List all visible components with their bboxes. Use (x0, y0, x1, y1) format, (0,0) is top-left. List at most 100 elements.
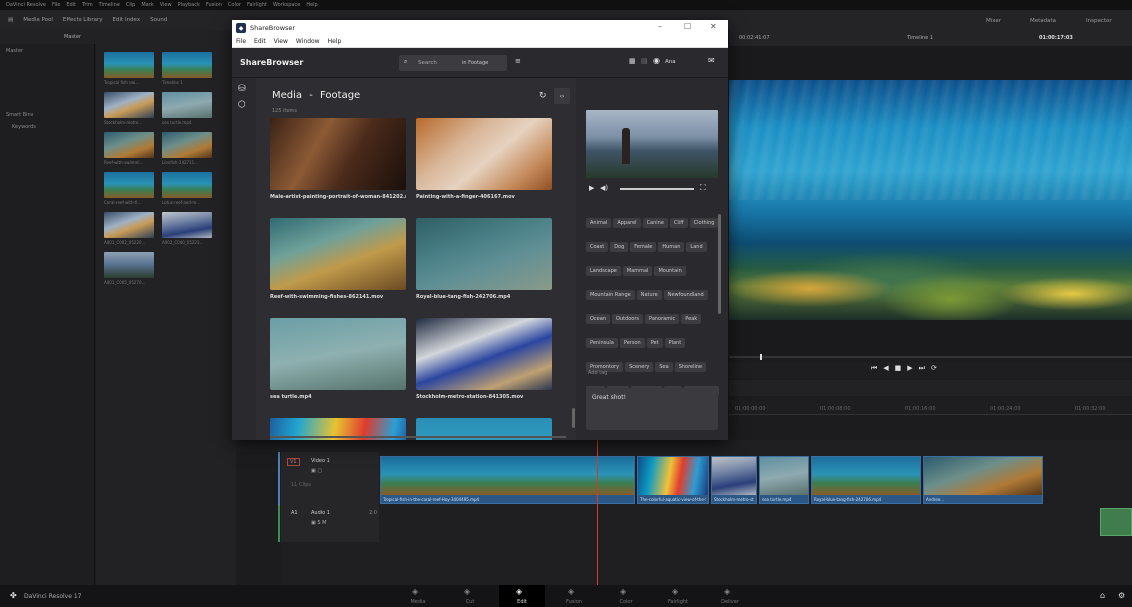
pool-clip-thumbnail[interactable] (162, 92, 212, 118)
track-audio-icons[interactable]: ▣ S M (311, 520, 326, 526)
sound-library-button[interactable]: Sound (150, 17, 167, 23)
grid-h-scrollbar[interactable] (270, 436, 566, 438)
track-video-icons[interactable]: ▣ ▢ (311, 468, 322, 474)
media-card[interactable]: Stockholm-metro-station-841305.mov (416, 318, 552, 400)
resolve-menu-item[interactable]: Edit (66, 2, 76, 8)
page-tab-edit[interactable]: ◈ Edit (499, 585, 545, 607)
package-icon[interactable]: ⬡ (238, 100, 246, 110)
effects-library-button[interactable]: Effects Library (63, 17, 103, 23)
sb-menu-item[interactable]: Window (296, 38, 320, 45)
timeline-ruler[interactable]: 01:00:00:00 01:00:08:00 01:00:16:00 01:00:2… (729, 400, 1132, 415)
timeline-clip[interactable]: The-colorful-aquatic-view-of-the-Stockho… (637, 456, 709, 504)
drive-icon[interactable]: ⛁ (238, 84, 246, 94)
tag-chip[interactable]: Coast (586, 242, 609, 252)
tag-chip[interactable]: Shoreline (674, 362, 707, 372)
tag-chip[interactable]: Animal (586, 218, 612, 228)
tag-chip[interactable]: Cliff (669, 218, 688, 228)
sb-menu-item[interactable]: View (274, 38, 288, 45)
user-icon[interactable]: ◉ (653, 56, 660, 65)
tag-chip[interactable]: Landscape (586, 266, 621, 276)
playhead[interactable] (597, 440, 598, 585)
viewer-timeline-name[interactable]: Timeline 1 (907, 35, 933, 41)
pool-clip-thumbnail[interactable] (104, 252, 154, 278)
viewer-scrubber[interactable] (729, 356, 1132, 358)
resolve-menu-item[interactable]: Timeline (99, 2, 120, 8)
media-card-thumbnail[interactable] (416, 118, 552, 190)
media-pool-button[interactable]: Media Pool (23, 17, 53, 23)
resolve-menu-item[interactable]: DaVinci Resolve (6, 2, 46, 8)
add-tag-input[interactable]: Add tag (588, 370, 607, 376)
user-name[interactable]: Ana (665, 59, 676, 65)
tag-chip[interactable]: Peninsula (586, 338, 618, 348)
tag-chip[interactable]: Panoramic (645, 314, 680, 324)
resolve-menu-item[interactable]: Clip (126, 2, 135, 8)
pool-clip-thumbnail[interactable] (162, 52, 212, 78)
resolve-menu-item[interactable]: Fusion (206, 2, 222, 8)
mixer-button[interactable]: Mixer (986, 18, 1001, 24)
tag-chip[interactable]: Female (630, 242, 657, 252)
resolve-menu-item[interactable]: Workspace (273, 2, 300, 8)
transport-buttons-icon[interactable]: ⏮◀■▶⏭⟳ (871, 364, 943, 373)
tag-chip[interactable]: Clothing (689, 218, 719, 228)
pool-clip-thumbnail[interactable] (162, 212, 212, 238)
tag-chip[interactable]: Mountain (654, 266, 686, 276)
tag-chip[interactable]: Human (658, 242, 685, 252)
metadata-button[interactable]: Metadata (1030, 18, 1056, 24)
media-card-thumbnail[interactable] (416, 318, 552, 390)
sb-menu-item[interactable]: File (236, 38, 246, 45)
page-tab-fusion[interactable]: ◈ Fusion (551, 585, 597, 607)
tag-chip[interactable]: Mammal (622, 266, 653, 276)
audio-clip[interactable] (1100, 508, 1132, 536)
timeline-clip[interactable]: Royal-blue-tang-fish-242706.mp4 (811, 456, 921, 504)
page-tab-fairlight[interactable]: ◈ Fairlight (655, 585, 701, 607)
collapse-panel-icon[interactable]: ‹› (554, 88, 570, 104)
timeline-clip[interactable]: Andree... (923, 456, 1043, 504)
media-card[interactable]: Royal-blue-tang-fish-242706.mp4 (416, 218, 552, 300)
volume-icon[interactable]: ◀) (600, 184, 608, 192)
resolve-menu-item[interactable]: Playback (178, 2, 200, 8)
viewer-scrubber-head[interactable] (760, 354, 762, 360)
tag-chip[interactable]: Person (619, 338, 645, 348)
media-card-thumbnail[interactable] (270, 118, 406, 190)
tag-chip[interactable]: Newfoundland (663, 290, 708, 300)
tag-chip[interactable]: Plant (664, 338, 686, 348)
resolve-menu-item[interactable]: Mark (141, 2, 153, 8)
pool-clip-thumbnail[interactable] (104, 132, 154, 158)
pool-clip-thumbnail[interactable] (104, 92, 154, 118)
maximize-icon[interactable]: ☐ (684, 22, 691, 31)
sb-menu-item[interactable]: Help (328, 38, 342, 45)
tag-chip[interactable]: Apparel (613, 218, 641, 228)
track-a1-label[interactable]: A1 (291, 510, 298, 516)
pool-clip-thumbnail[interactable] (104, 172, 154, 198)
media-card-thumbnail[interactable] (416, 218, 552, 290)
page-tab-cut[interactable]: ◈ Cut (447, 585, 493, 607)
media-card[interactable]: Painting-with-a-finger-406167.mov (416, 118, 552, 200)
edit-index-button[interactable]: Edit Index (113, 17, 141, 23)
breadcrumb-root[interactable]: Media (272, 90, 302, 101)
media-card[interactable]: sea turtle.mp4 (270, 318, 406, 400)
media-card-thumbnail[interactable] (270, 318, 406, 390)
comment-box[interactable]: Great shot! (586, 388, 718, 430)
settings-gear-icon[interactable]: ⚙ (1118, 591, 1125, 600)
track-v1-label[interactable]: V1 (287, 458, 300, 466)
preview-progress[interactable] (620, 188, 694, 190)
tag-chip[interactable]: Land (686, 242, 707, 252)
page-tab-media[interactable]: ◈ Media (395, 585, 441, 607)
play-icon[interactable]: ▶ (589, 184, 594, 192)
page-tab-deliver[interactable]: ◈ Deliver (707, 585, 753, 607)
pool-clip-thumbnail[interactable] (162, 132, 212, 158)
tag-chip[interactable]: Nature (636, 290, 662, 300)
tag-chip[interactable]: Scenery (625, 362, 654, 372)
sb-search-box[interactable]: ⌕ Search in Footage (399, 55, 507, 71)
resolve-menu-item[interactable]: Fairlight (247, 2, 267, 8)
tag-chip[interactable]: Pet (646, 338, 663, 348)
resolve-menu-item[interactable]: View (160, 2, 172, 8)
pool-clip-thumbnail[interactable] (104, 52, 154, 78)
tag-chip[interactable]: Ocean (586, 314, 610, 324)
resolve-menu-item[interactable]: Help (306, 2, 317, 8)
media-card-thumbnail[interactable] (270, 218, 406, 290)
page-tab-color[interactable]: ◈ Color (603, 585, 649, 607)
resolve-menu-item[interactable]: File (52, 2, 60, 8)
tag-chip[interactable]: Peak (681, 314, 702, 324)
resolve-menu-item[interactable]: Trim (82, 2, 93, 8)
